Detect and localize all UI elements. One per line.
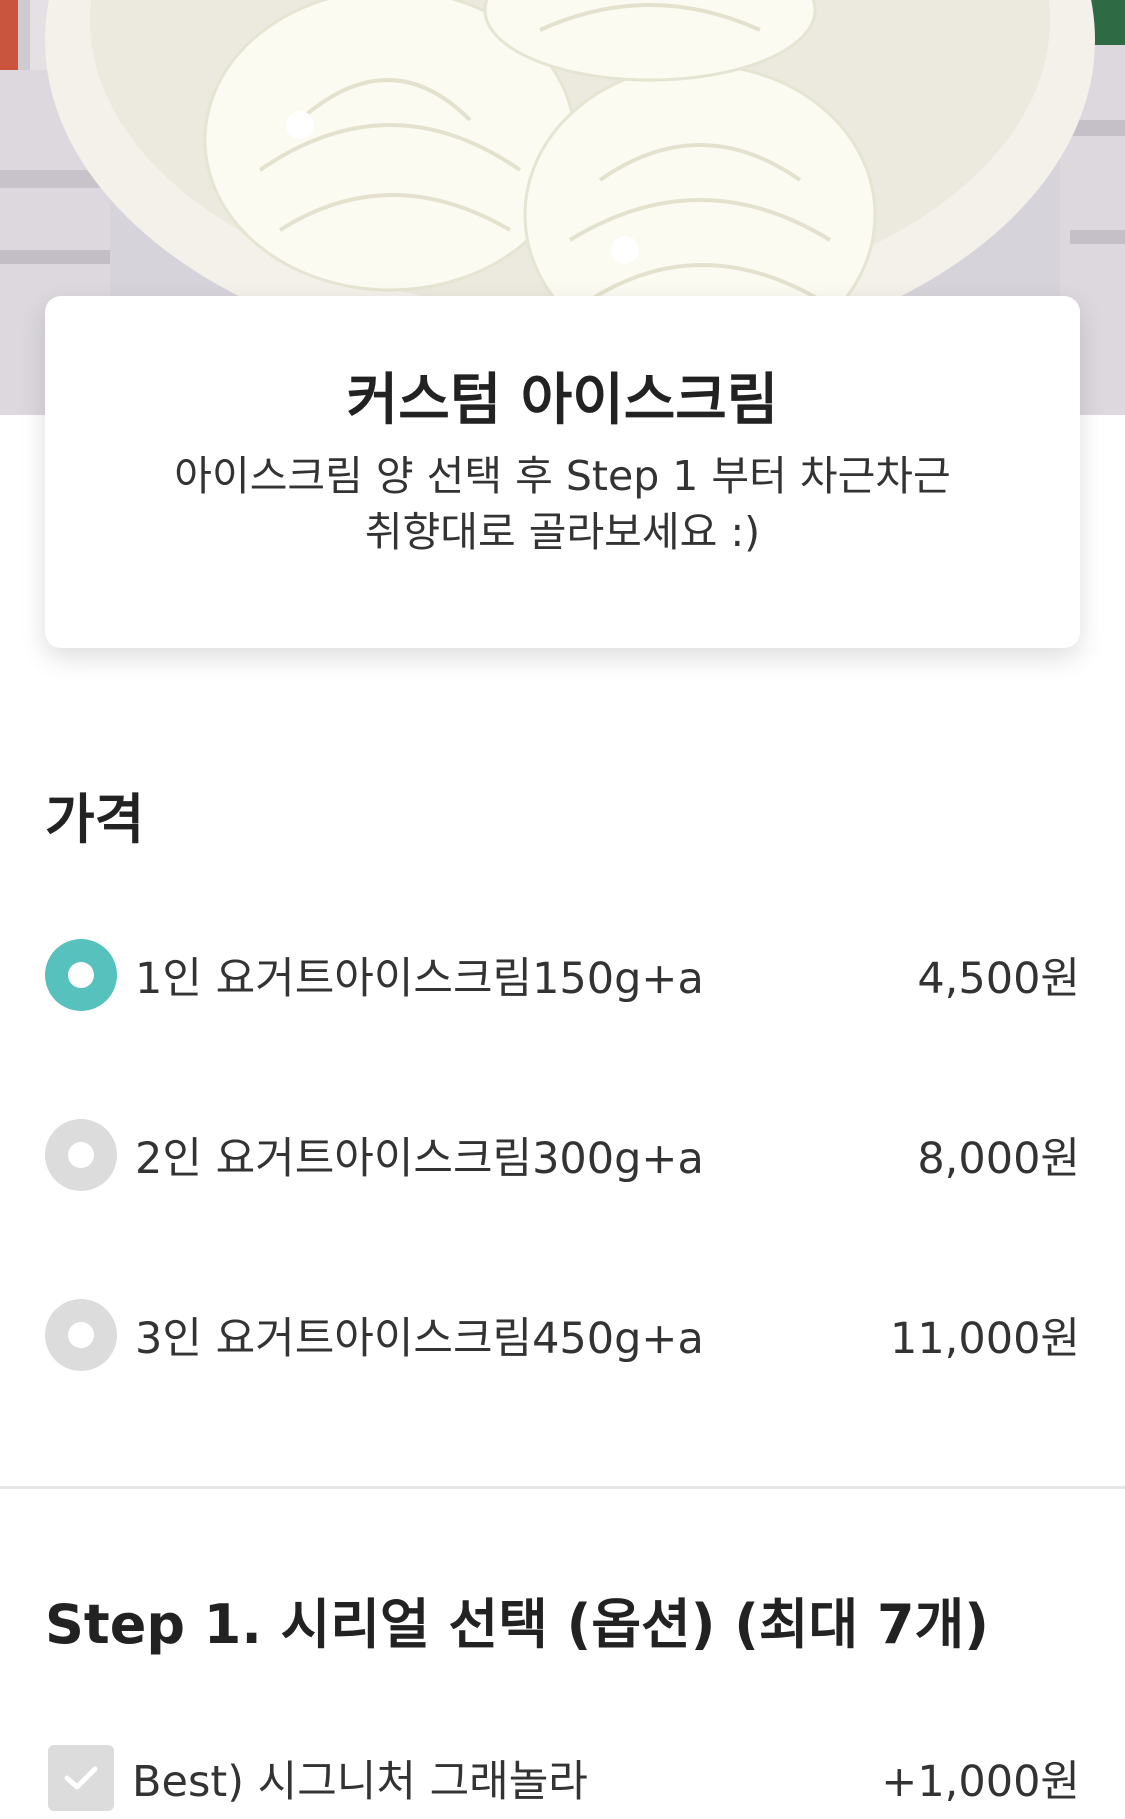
- radio-button-selected[interactable]: [45, 939, 117, 1011]
- cereal-option-price: +1,000원: [881, 1757, 1080, 1807]
- radio-dot: [68, 1322, 94, 1348]
- radio-button[interactable]: [45, 1119, 117, 1191]
- product-subtitle: 아이스크림 양 선택 후 Step 1 부터 차근차근 취향대로 골라보세요 :…: [174, 452, 951, 556]
- cereal-option-label: Best) 시그니처 그래놀라: [132, 1757, 588, 1807]
- price-option-2[interactable]: 2인 요거트아이스크림300g+a 8,000원: [45, 1115, 1080, 1195]
- product-title-card: 커스텀 아이스크림 아이스크림 양 선택 후 Step 1 부터 차근차근 취향…: [45, 296, 1080, 648]
- section-divider: [0, 1486, 1125, 1489]
- cereal-option-1[interactable]: Best) 시그니처 그래놀라 +1,000원: [45, 1738, 1080, 1818]
- radio-dot: [68, 962, 94, 988]
- price-option-1[interactable]: 1인 요거트아이스크림150g+a 4,500원: [45, 935, 1080, 1015]
- price-option-label: 3인 요거트아이스크림450g+a: [135, 1314, 704, 1364]
- price-option-label: 1인 요거트아이스크림150g+a: [135, 954, 704, 1004]
- radio-dot: [68, 1142, 94, 1168]
- price-option-price: 11,000원: [889, 1314, 1080, 1364]
- radio-button[interactable]: [45, 1299, 117, 1371]
- checkmark-icon: [64, 1766, 98, 1790]
- price-option-price: 8,000원: [917, 1134, 1080, 1184]
- price-option-label: 2인 요거트아이스크림300g+a: [135, 1134, 704, 1184]
- step1-section-title: Step 1. 시리얼 선택 (옵션) (최대 7개): [45, 1593, 989, 1656]
- price-option-price: 4,500원: [917, 954, 1080, 1004]
- price-section-title: 가격: [45, 788, 145, 851]
- price-option-3[interactable]: 3인 요거트아이스크림450g+a 11,000원: [45, 1295, 1080, 1375]
- product-title: 커스텀 아이스크림: [346, 368, 779, 433]
- checkbox[interactable]: [48, 1745, 114, 1811]
